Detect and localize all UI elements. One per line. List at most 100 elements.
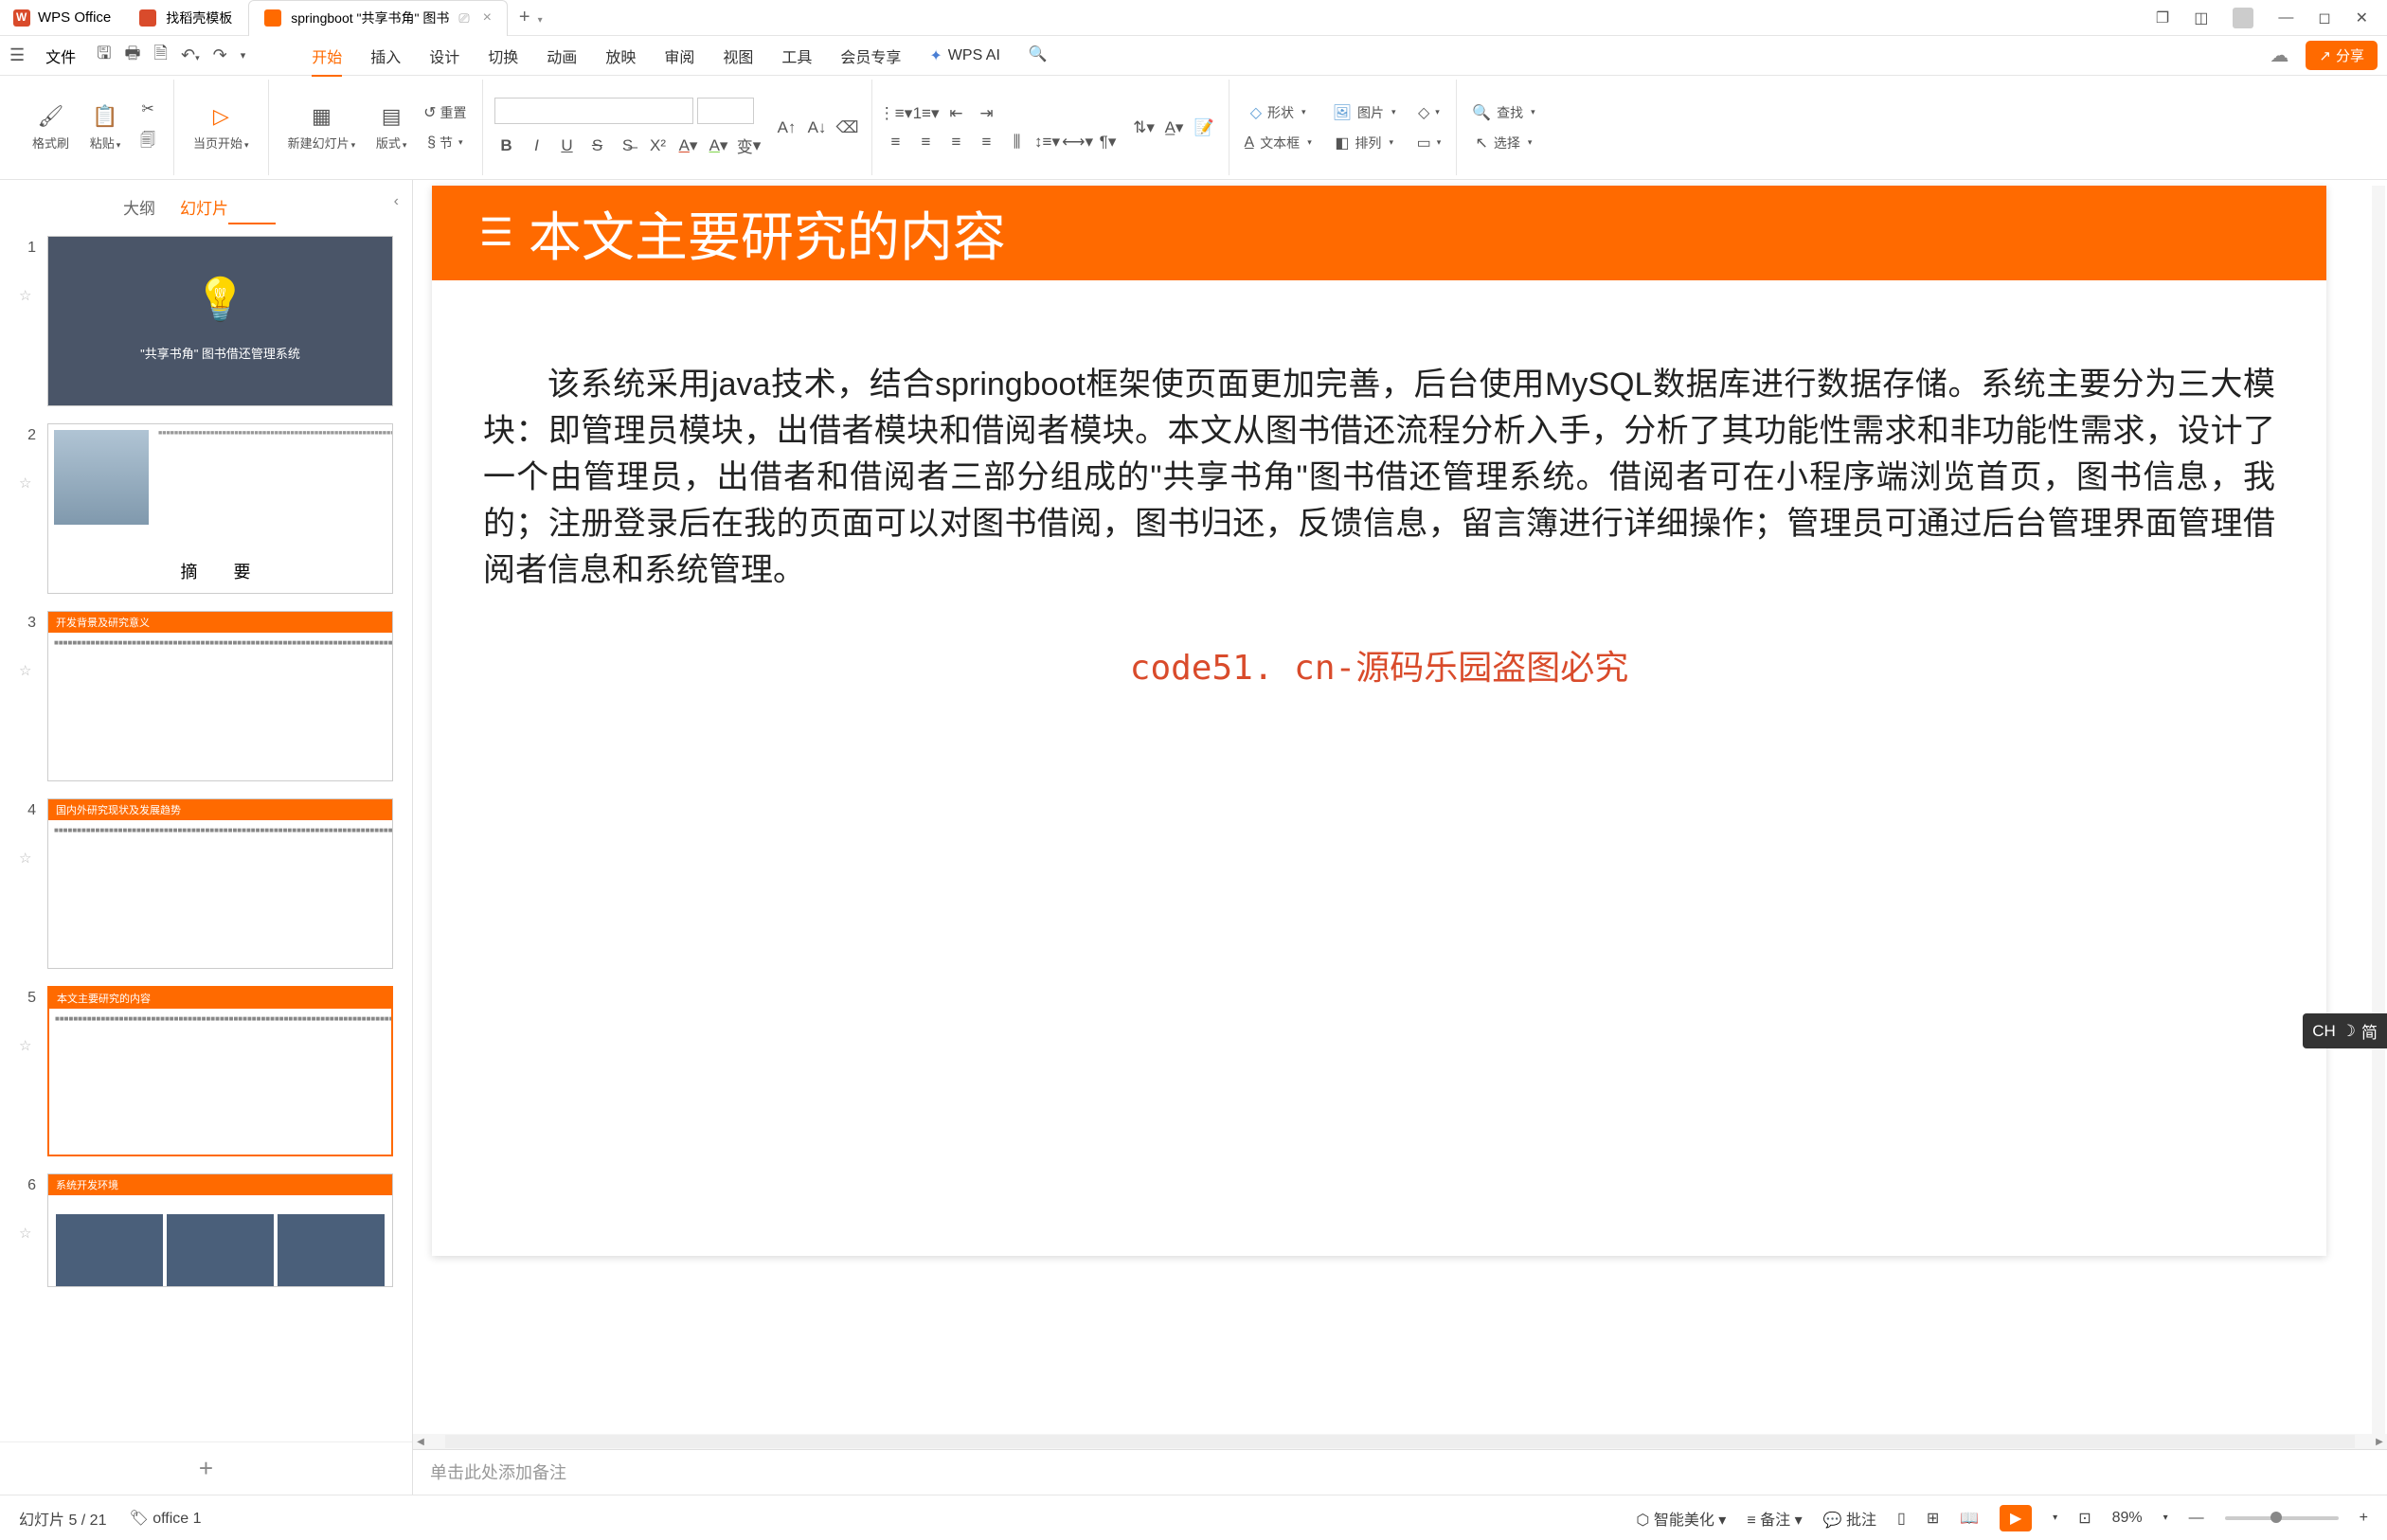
slideshow-button[interactable]: ▶ [2000, 1505, 2032, 1531]
paste-button[interactable]: 📋粘贴▾ [81, 99, 130, 155]
star-icon[interactable]: ☆ [19, 1011, 36, 1054]
decrease-font-icon[interactable]: A↓ [805, 116, 830, 140]
slide-thumb-6[interactable]: 6☆ 系统开发环境 [19, 1173, 393, 1287]
tab-animation[interactable]: 动画 [547, 37, 577, 75]
numbering-button[interactable]: 1≡▾ [914, 101, 939, 126]
zoom-out-button[interactable]: — [2189, 1510, 2204, 1527]
clear-format-icon[interactable]: ⌫ [835, 116, 860, 140]
save-icon[interactable]: 🖫 [97, 42, 111, 70]
vertical-align-button[interactable]: A̲▾ [1162, 116, 1187, 140]
play-from-current-button[interactable]: ▷当页开始▾ [186, 99, 257, 155]
canvas-scroll[interactable]: ☰ 本文主要研究的内容 该系统采用java技术，结合springboot框架使页… [413, 180, 2387, 1434]
reset-button[interactable]: ↺ 重置 [420, 99, 470, 126]
redo-icon[interactable]: ↷ [213, 45, 227, 65]
tab-transition[interactable]: 切换 [488, 37, 518, 75]
print-icon[interactable]: 🖶 [125, 42, 141, 70]
cube-icon[interactable]: ◫ [2194, 9, 2208, 27]
align-right-button[interactable]: ≡ [944, 130, 969, 154]
slide-thumb-2[interactable]: 2☆ ■■■■■■■■■■■■■■■■■■■■■■■■■■■■■■■■■■■■■… [19, 423, 393, 594]
spacing-button[interactable]: ⟷▾ [1066, 130, 1090, 154]
cloud-icon[interactable]: ☁ [2270, 44, 2288, 67]
font-size-select[interactable] [697, 98, 754, 124]
format-brush-button[interactable]: 🖌格式刷 [25, 99, 77, 155]
beautify-button[interactable]: ⬡ 智能美化 ▾ [1636, 1507, 1726, 1530]
maximize-icon[interactable]: ◻ [2318, 9, 2330, 27]
tab-wps-ai[interactable]: ✦WPS AI [929, 37, 1000, 75]
tab-view[interactable]: 视图 [723, 37, 753, 75]
close-window-icon[interactable]: ✕ [2356, 9, 2368, 27]
find-button[interactable]: 🔍 查找▾ [1468, 99, 1538, 126]
star-icon[interactable]: ☆ [19, 823, 36, 867]
highlight-button[interactable]: A▾ [707, 134, 731, 158]
slide-list[interactable]: 1☆ 💡"共享书角" 图书借还管理系统 2☆ ■■■■■■■■■■■■■■■■■… [0, 224, 412, 1442]
slideshow-dropdown[interactable]: ▾ [2053, 1513, 2057, 1523]
zoom-dropdown[interactable]: ▾ [2163, 1513, 2168, 1523]
line-spacing-button[interactable]: ↕≡▾ [1035, 130, 1060, 154]
file-menu[interactable]: 文件 [38, 45, 83, 67]
new-tab-button[interactable]: +▾ [508, 7, 554, 28]
horizontal-scrollbar[interactable]: ◀▶ [413, 1434, 2387, 1449]
slide-thumb-4[interactable]: 4☆ 国内外研究现状及发展趋势■■■■■■■■■■■■■■■■■■■■■■■■■… [19, 798, 393, 969]
display-settings-icon[interactable]: ⊡ [2078, 1509, 2091, 1528]
normal-view-icon[interactable]: ▯ [1897, 1509, 1906, 1528]
font-color-button[interactable]: A▾ [676, 134, 701, 158]
undo-icon[interactable]: ↶▾ [181, 45, 200, 65]
tab-insert[interactable]: 插入 [370, 37, 401, 75]
minimize-icon[interactable]: — [2278, 9, 2293, 27]
search-icon[interactable]: 🔍 [1029, 37, 1048, 75]
zoom-in-button[interactable]: + [2360, 1510, 2368, 1527]
image-button[interactable]: 🖼图片▾ [1329, 99, 1400, 126]
star-icon[interactable]: ☆ [19, 1198, 36, 1242]
select-button[interactable]: ↖ 选择▾ [1468, 130, 1538, 156]
menu-hamburger-icon[interactable]: ☰ [9, 45, 25, 65]
zoom-value[interactable]: 89% [2112, 1510, 2143, 1527]
tab-start[interactable]: 开始 [312, 37, 342, 75]
zoom-slider[interactable] [2225, 1516, 2339, 1520]
tab-design[interactable]: 设计 [429, 37, 459, 75]
presenter-icon[interactable]: ⎚ [458, 10, 469, 27]
cut-icon[interactable]: ✂ [134, 96, 162, 122]
outline-tab[interactable]: 大纲 [123, 189, 155, 224]
slide-thumb-5[interactable]: 5☆ 本文主要研究的内容■■■■■■■■■■■■■■■■■■■■■■■■■■■■… [19, 986, 393, 1156]
star-icon[interactable]: ☆ [19, 636, 36, 679]
star-icon[interactable]: ☆ [19, 448, 36, 492]
indent-left-button[interactable]: ⇤ [944, 101, 969, 126]
copy-icon[interactable]: 🗐 [134, 126, 162, 159]
sorter-view-icon[interactable]: ⊞ [1927, 1509, 1939, 1528]
vertical-scrollbar[interactable] [2372, 186, 2385, 1434]
new-slide-button[interactable]: ▦新建幻灯片▾ [280, 99, 364, 155]
slide-thumb-3[interactable]: 3☆ 开发背景及研究意义■■■■■■■■■■■■■■■■■■■■■■■■■■■■… [19, 611, 393, 781]
comments-button[interactable]: 💬 批注 [1823, 1507, 1876, 1530]
text-direction-button[interactable]: ⇅▾ [1132, 116, 1157, 140]
font-name-select[interactable] [494, 98, 693, 124]
arrange-button[interactable]: ◧ 排列▾ [1329, 130, 1400, 156]
tab-document[interactable]: springboot "共享书角" 图书 ⎚ × [248, 0, 508, 36]
tab-template[interactable]: 找稻壳模板 [124, 0, 248, 36]
superscript-button[interactable]: X² [646, 134, 671, 158]
collapse-panel-icon[interactable]: ‹ [394, 193, 399, 210]
bullets-button[interactable]: ⋮≡▾ [884, 101, 908, 126]
notes-pane[interactable]: 单击此处添加备注 [413, 1449, 2387, 1495]
reading-view-icon[interactable]: 📖 [1960, 1509, 1979, 1528]
align-justify-button[interactable]: ≡ [975, 130, 999, 154]
close-tab-icon[interactable]: × [483, 9, 492, 27]
tab-slideshow[interactable]: 放映 [605, 37, 636, 75]
notes-button[interactable]: ≡ 备注 ▾ [1747, 1507, 1802, 1530]
strike-button[interactable]: S [585, 134, 610, 158]
indent-right-button[interactable]: ⇥ [975, 101, 999, 126]
slides-tab[interactable]: 幻灯片 [180, 189, 228, 224]
print-preview-icon[interactable]: 🗎 [154, 42, 168, 70]
align-left-button[interactable]: ≡ [884, 130, 908, 154]
increase-font-icon[interactable]: A↑ [775, 116, 799, 140]
align-center-button[interactable]: ≡ [914, 130, 939, 154]
more-dropdown-icon[interactable]: ▾ [241, 49, 246, 62]
tab-tools[interactable]: 工具 [781, 37, 812, 75]
share-button[interactable]: ↗ 分享 [2306, 41, 2378, 70]
layout-button[interactable]: ▤版式▾ [367, 99, 416, 155]
underline-button[interactable]: U [555, 134, 580, 158]
multiwindow-icon[interactable]: ❐ [2156, 9, 2169, 27]
ime-badge[interactable]: CH☽简 [2303, 1013, 2387, 1048]
outline-button[interactable]: ▭▾ [1413, 130, 1445, 156]
fill-button[interactable]: ◇▾ [1413, 99, 1445, 126]
tab-member[interactable]: 会员专享 [840, 37, 901, 75]
